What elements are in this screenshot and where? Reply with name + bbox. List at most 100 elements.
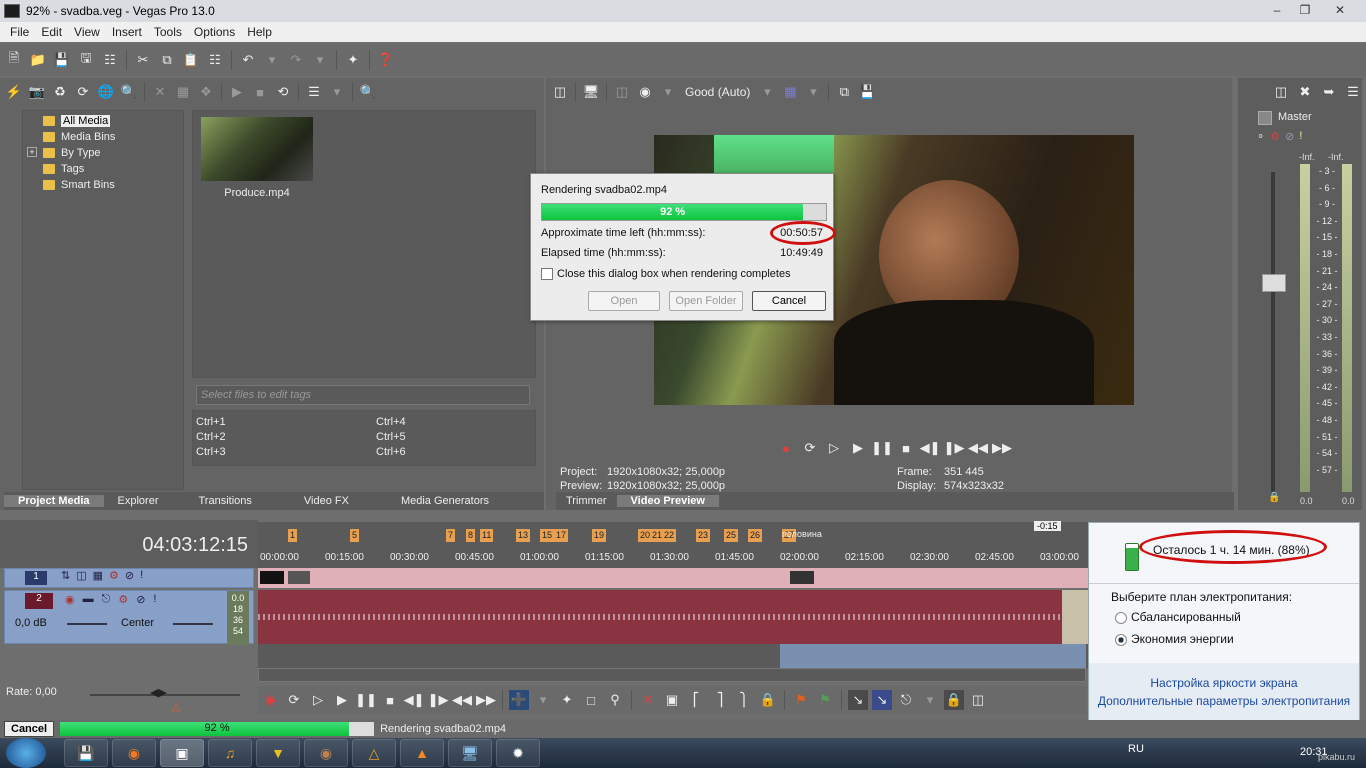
taskbar-headphones-icon[interactable]: ♫ xyxy=(208,739,252,767)
render-icon[interactable]: ✦ xyxy=(343,50,363,70)
menu-edit[interactable]: Edit xyxy=(35,25,68,39)
media-thumbnail[interactable] xyxy=(201,117,313,181)
overlays-icon[interactable]: ◉ xyxy=(635,82,655,102)
open-button[interactable]: Open xyxy=(588,291,660,311)
grid-dropdown-icon[interactable]: ▾ xyxy=(803,82,823,102)
cancel-render-button[interactable]: Cancel xyxy=(752,291,826,311)
timeline-marker[interactable]: 23 xyxy=(696,529,711,542)
taskbar-remote-icon[interactable]: 🖥 xyxy=(448,739,492,767)
taskbar-settings-icon[interactable]: ✹ xyxy=(496,739,540,767)
stop-icon[interactable]: ■ xyxy=(896,438,916,458)
tab-project-media[interactable]: Project Media xyxy=(4,495,104,507)
close-button[interactable]: ✕ xyxy=(1320,1,1360,19)
tree-item-media-bins[interactable]: Media Bins xyxy=(23,129,183,145)
timeline-play-start-icon[interactable]: ▷ xyxy=(308,690,328,710)
timeline-marker[interactable]: 11 xyxy=(480,529,494,542)
auto-crossfade-icon[interactable]: ↘ xyxy=(872,690,892,710)
tags-input[interactable]: Select files to edit tags xyxy=(196,385,530,405)
go-start-icon[interactable]: ◀❚ xyxy=(920,438,941,458)
audio-solo-icon[interactable]: ! xyxy=(153,593,156,606)
views-icon[interactable]: ☰ xyxy=(304,82,324,102)
prev-frame-icon[interactable]: ◀◀ xyxy=(968,438,988,458)
normal-edit-tool-icon[interactable]: ➕ xyxy=(509,690,529,710)
tree-item-smart-bins[interactable]: Smart Bins xyxy=(23,177,183,193)
audio-track[interactable] xyxy=(258,590,1088,644)
tab-video-fx[interactable]: Video FX xyxy=(278,495,375,507)
capture-icon[interactable]: 📷 xyxy=(27,82,47,102)
undo-dropdown-icon[interactable]: ▾ xyxy=(262,50,282,70)
pause-icon[interactable]: ❚❚ xyxy=(871,438,893,458)
cut-icon[interactable]: ✂ xyxy=(133,50,153,70)
audio-track-header[interactable]: 2 ◉ ▬ ⎋ ⚙ ⊘ ! 0,0 dB Center 0.0 18 36 54 xyxy=(4,590,254,645)
timeline-stop-icon[interactable]: ■ xyxy=(380,690,400,710)
mixer-menu-icon[interactable]: ☰ xyxy=(1344,82,1362,102)
restore-button[interactable]: ❐ xyxy=(1292,1,1318,19)
menu-tools[interactable]: Tools xyxy=(148,25,188,39)
language-indicator[interactable]: RU xyxy=(1128,743,1144,755)
minimize-button[interactable]: – xyxy=(1264,1,1290,19)
timeline-next-frame-icon[interactable]: ▶▶ xyxy=(476,690,496,710)
get-media-icon[interactable]: ♻ xyxy=(50,82,70,102)
split-screen-icon[interactable]: ◫ xyxy=(612,82,632,102)
timeline-loop-icon[interactable]: ⟳ xyxy=(284,690,304,710)
media-fx-icon[interactable]: ▦ xyxy=(173,82,193,102)
next-frame-icon[interactable]: ▶▶ xyxy=(992,438,1012,458)
play-from-start-icon[interactable]: ▷ xyxy=(824,438,844,458)
preview-properties-icon[interactable]: ◫ xyxy=(550,82,570,102)
zoom-tool-icon[interactable]: ⚲ xyxy=(605,690,625,710)
taskbar-app-icon[interactable]: ▼ xyxy=(256,739,300,767)
taskbar-media-icon[interactable]: ◉ xyxy=(304,739,348,767)
menu-view[interactable]: View xyxy=(68,25,106,39)
timeline-marker[interactable]: 13 xyxy=(516,529,531,542)
tree-item-tags[interactable]: Tags xyxy=(23,161,183,177)
preview-quality-select[interactable]: Good (Auto) xyxy=(681,85,754,99)
audio-mute-icon[interactable]: ⊘ xyxy=(136,593,145,606)
mixer-lock-icon[interactable]: 🔒 xyxy=(1268,492,1280,503)
master-mute-icon[interactable]: ⊘ xyxy=(1285,130,1294,143)
split-icon[interactable]: ⎫ xyxy=(734,690,754,710)
timeline-marker[interactable]: 8 xyxy=(466,529,476,542)
trim-start-icon[interactable]: ⎡ xyxy=(686,690,706,710)
views-dropdown-icon[interactable]: ▾ xyxy=(327,82,347,102)
external-monitor-icon[interactable]: 🖥 xyxy=(581,82,601,102)
refresh-icon[interactable]: ⟳ xyxy=(73,82,93,102)
taskbar-save-icon[interactable]: 💾 xyxy=(64,739,108,767)
zoom-icon[interactable]: 🔍 xyxy=(358,82,378,102)
timeline-marker[interactable]: 7 xyxy=(446,529,456,542)
track-settings-icon[interactable]: ⚙ xyxy=(109,569,119,582)
tree-item-by-type[interactable]: + By Type xyxy=(23,145,183,161)
track-mute-icon[interactable]: ⊘ xyxy=(125,569,134,582)
brightness-link[interactable]: Настройка яркости экрана xyxy=(1089,676,1359,690)
record-icon[interactable]: ● xyxy=(776,438,796,458)
taskbar-vlc-icon[interactable]: ▲ xyxy=(400,739,444,767)
taskbar-aimp-icon[interactable]: △ xyxy=(352,739,396,767)
whats-this-icon[interactable]: ❓ xyxy=(376,50,396,70)
track-motion-icon[interactable]: ⇅ xyxy=(61,569,70,582)
timeline-marker[interactable]: 15 xyxy=(540,529,555,542)
loop-icon[interactable]: ⟳ xyxy=(800,438,820,458)
pan-slider[interactable] xyxy=(173,623,213,635)
quality-dropdown-icon[interactable]: ▾ xyxy=(757,82,777,102)
tab-transitions[interactable]: Transitions xyxy=(173,495,278,507)
video-clip-3[interactable] xyxy=(790,571,814,584)
edit-tool-dropdown-icon[interactable]: ▾ xyxy=(533,690,553,710)
envelope-tool-icon[interactable]: ✦ xyxy=(557,690,577,710)
taskbar-vegas-icon[interactable]: ▣ xyxy=(160,739,204,767)
grid-icon[interactable]: ▦ xyxy=(780,82,800,102)
copy-icon[interactable]: ⧉ xyxy=(157,50,177,70)
menu-help[interactable]: Help xyxy=(241,25,278,39)
remove-icon[interactable]: ✕ xyxy=(150,82,170,102)
stop-media-icon[interactable]: ■ xyxy=(250,82,270,102)
mixer-downmix-icon[interactable]: ✖ xyxy=(1296,82,1314,102)
search-media-icon[interactable]: 🔍 xyxy=(119,82,139,102)
timeline-prev-frame-icon[interactable]: ◀◀ xyxy=(452,690,472,710)
timeline-marker[interactable]: 5 xyxy=(350,529,360,542)
rate-slider-thumb-icon[interactable]: ◀▶ xyxy=(150,686,167,699)
plan-saver-label[interactable]: Экономия энергии xyxy=(1131,632,1234,646)
tab-video-preview[interactable]: Video Preview xyxy=(616,495,719,507)
menu-options[interactable]: Options xyxy=(188,25,241,39)
tree-item-all-media[interactable]: All Media xyxy=(23,113,183,129)
master-insert-icon[interactable]: ⚬ xyxy=(1256,130,1265,143)
plan-balanced-label[interactable]: Сбалансированный xyxy=(1131,610,1241,624)
power-options-link[interactable]: Дополнительные параметры электропитания xyxy=(1089,694,1359,708)
